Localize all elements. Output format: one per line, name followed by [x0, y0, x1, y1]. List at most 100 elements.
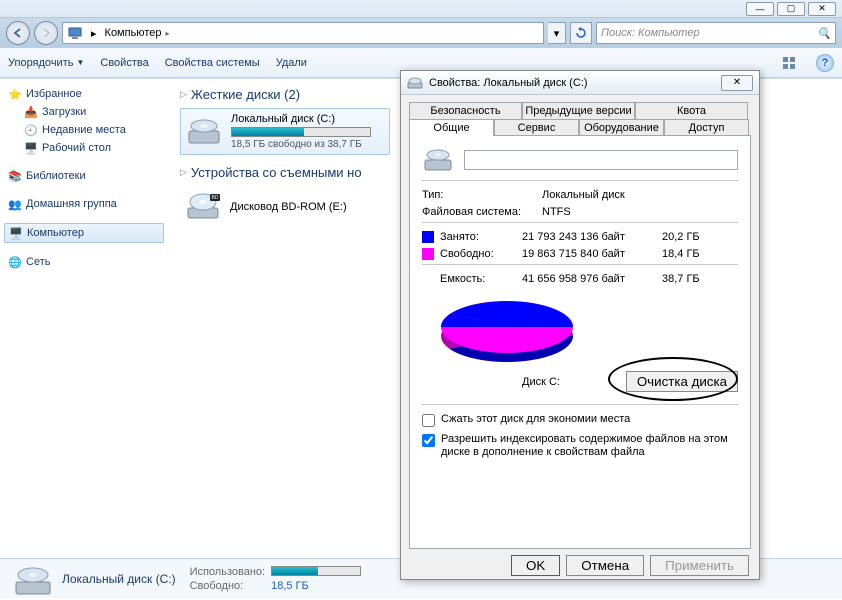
volume-label-input[interactable]	[464, 150, 738, 170]
minimize-button[interactable]: —	[746, 2, 774, 16]
search-placeholder: Поиск: Компьютер	[601, 27, 700, 39]
bd-rom-name: Дисковод BD-ROM (E:)	[230, 201, 347, 213]
dialog-drive-icon	[422, 146, 454, 174]
properties-dialog: Свойства: Локальный диск (C:) ✕ Безопасн…	[400, 70, 760, 580]
drive-bd-rom[interactable]: BD Дисковод BD-ROM (E:)	[180, 186, 400, 228]
download-icon: 📥	[24, 105, 38, 119]
usage-bar	[231, 127, 371, 137]
status-free-value: 18,5 ГБ	[271, 580, 361, 592]
index-checkbox[interactable]	[422, 434, 435, 447]
drive-small-icon	[407, 76, 423, 90]
tab-hardware[interactable]: Оборудование	[579, 119, 664, 136]
dialog-close-button[interactable]: ✕	[721, 75, 753, 91]
view-button[interactable]	[778, 52, 800, 74]
sidebar: ⭐ Избранное 📥 Загрузки 🕘 Недавние места …	[0, 79, 168, 558]
sidebar-computer[interactable]: 🖥️ Компьютер	[4, 223, 164, 243]
sidebar-favorites[interactable]: ⭐ Избранное	[4, 85, 164, 103]
drive-icon	[185, 115, 223, 149]
status-free-label: Свободно:	[190, 580, 266, 592]
refresh-button[interactable]	[570, 22, 592, 44]
view-icon	[782, 56, 796, 70]
free-label: Свободно:	[422, 248, 522, 260]
drive-c[interactable]: Локальный диск (C:) 18,5 ГБ свободно из …	[180, 108, 390, 155]
tab-pane-general: Тип: Локальный диск Файловая система: NT…	[409, 135, 751, 549]
titlebar: — ▢ ✕	[0, 0, 842, 18]
forward-button[interactable]	[34, 21, 58, 45]
used-swatch	[422, 231, 434, 243]
fs-value: NTFS	[542, 206, 738, 218]
sidebar-desktop[interactable]: 🖥️ Рабочий стол	[4, 139, 164, 157]
capacity-bytes: 41 656 958 976 байт	[522, 273, 662, 285]
pie-chart	[422, 293, 738, 371]
drive-name: Локальный диск (C:)	[231, 113, 385, 125]
index-label[interactable]: Разрешить индексировать содержимое файло…	[441, 433, 738, 459]
drive-free-text: 18,5 ГБ свободно из 38,7 ГБ	[231, 139, 385, 150]
compress-label[interactable]: Сжать этот диск для экономии места	[441, 413, 630, 426]
ok-button[interactable]: OK	[511, 555, 560, 576]
svg-text:BD: BD	[212, 195, 219, 201]
library-icon: 📚	[8, 169, 22, 183]
apply-button[interactable]: Применить	[650, 555, 749, 576]
free-bytes: 19 863 715 840 байт	[522, 248, 662, 260]
star-icon: ⭐	[8, 87, 22, 101]
desktop-icon: 🖥️	[24, 141, 38, 155]
computer-icon	[67, 25, 83, 41]
address-bar: ▸ Компьютер ▸ ▾ Поиск: Компьютер 🔍	[0, 18, 842, 48]
status-drive-name: Локальный диск (C:)	[62, 572, 176, 586]
help-button[interactable]: ?	[816, 54, 834, 72]
status-used-label: Использовано:	[190, 566, 266, 578]
arrow-left-icon	[12, 27, 24, 39]
cancel-button[interactable]: Отмена	[566, 555, 644, 576]
sidebar-homegroup[interactable]: 👥 Домашняя группа	[4, 195, 164, 213]
disk-label: Диск C:	[422, 376, 560, 388]
type-label: Тип:	[422, 189, 542, 201]
search-input[interactable]: Поиск: Компьютер 🔍	[596, 22, 836, 44]
status-usage-bar	[271, 566, 361, 576]
tab-quota[interactable]: Квота	[635, 102, 748, 119]
system-properties-button[interactable]: Свойства системы	[165, 57, 260, 69]
uninstall-button[interactable]: Удали	[276, 57, 307, 69]
status-drive-icon	[12, 562, 52, 596]
breadcrumb-label: Компьютер	[105, 27, 162, 39]
close-button[interactable]: ✕	[808, 2, 836, 16]
address-dropdown[interactable]: ▾	[548, 22, 566, 44]
tab-access[interactable]: Доступ	[664, 119, 749, 136]
search-icon: 🔍	[817, 27, 831, 40]
maximize-button[interactable]: ▢	[777, 2, 805, 16]
breadcrumb-root[interactable]: ▸	[87, 27, 101, 40]
sidebar-downloads[interactable]: 📥 Загрузки	[4, 103, 164, 121]
arrow-right-icon	[40, 27, 52, 39]
type-value: Локальный диск	[542, 189, 738, 201]
homegroup-icon: 👥	[8, 197, 22, 211]
free-gb: 18,4 ГБ	[662, 248, 722, 260]
tab-security[interactable]: Безопасность	[409, 102, 522, 119]
breadcrumb-computer[interactable]: Компьютер ▸	[101, 27, 174, 39]
tabs: Безопасность Предыдущие версии Квота Общ…	[409, 101, 751, 135]
disk-cleanup-button[interactable]: Очистка диска	[626, 371, 738, 392]
dialog-title: Свойства: Локальный диск (C:)	[429, 77, 715, 89]
bd-rom-icon: BD	[184, 190, 222, 224]
computer-icon: 🖥️	[9, 226, 23, 240]
tab-general[interactable]: Общие	[409, 119, 494, 136]
used-bytes: 21 793 243 136 байт	[522, 231, 662, 243]
tab-service[interactable]: Сервис	[494, 119, 579, 136]
used-label: Занято:	[422, 231, 522, 243]
sidebar-network[interactable]: 🌐 Сеть	[4, 253, 164, 271]
sidebar-libraries[interactable]: 📚 Библиотеки	[4, 167, 164, 185]
address-box[interactable]: ▸ Компьютер ▸	[62, 22, 544, 44]
capacity-gb: 38,7 ГБ	[662, 273, 722, 285]
recent-icon: 🕘	[24, 123, 38, 137]
dialog-titlebar[interactable]: Свойства: Локальный диск (C:) ✕	[401, 71, 759, 95]
compress-checkbox[interactable]	[422, 414, 435, 427]
dialog-buttons: OK Отмена Применить	[401, 549, 759, 582]
back-button[interactable]	[6, 21, 30, 45]
used-gb: 20,2 ГБ	[662, 231, 722, 243]
free-swatch	[422, 248, 434, 260]
sidebar-recent[interactable]: 🕘 Недавние места	[4, 121, 164, 139]
capacity-label: Емкость:	[422, 273, 522, 285]
tab-previous-versions[interactable]: Предыдущие версии	[522, 102, 635, 119]
organize-menu[interactable]: Упорядочить ▼	[8, 57, 84, 69]
refresh-icon	[575, 27, 587, 39]
properties-button[interactable]: Свойства	[100, 57, 148, 69]
fs-label: Файловая система:	[422, 206, 542, 218]
